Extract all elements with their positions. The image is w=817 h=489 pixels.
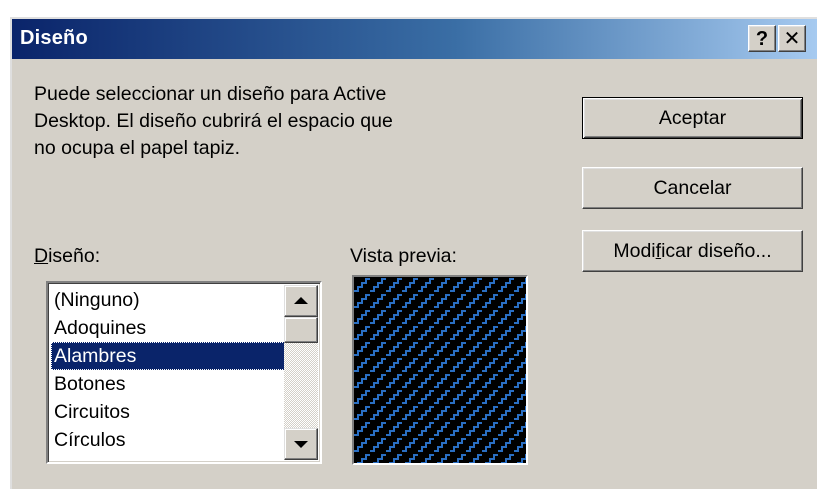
preview-label: Vista previa: [350, 245, 457, 267]
design-list: (Ninguno) Adoquines Alambres Botones Circuit… [51, 286, 285, 454]
scroll-up-button[interactable] [284, 285, 318, 317]
list-item[interactable]: Alambres [51, 342, 285, 370]
list-item[interactable]: Adoquines [51, 314, 285, 342]
cancel-button[interactable]: Cancelar [582, 167, 803, 209]
close-icon: ✕ [783, 27, 801, 50]
design-dialog: Diseño ? ✕ Puede seleccionar un diseño p… [10, 17, 817, 489]
design-listbox[interactable]: (Ninguno) Adoquines Alambres Botones Circuit… [46, 281, 322, 464]
help-icon: ? [755, 27, 769, 50]
modify-label-end: icar diseño... [661, 239, 772, 262]
close-button[interactable]: ✕ [778, 25, 806, 52]
modify-design-button[interactable]: Modi f icar diseño... [582, 230, 803, 272]
help-button[interactable]: ? [748, 25, 776, 52]
design-label: Diseño: [34, 245, 100, 268]
arrow-up-icon [294, 297, 308, 304]
design-label-rest: iseño: [48, 245, 101, 267]
window-title: Diseño [20, 27, 88, 49]
scroll-thumb[interactable] [284, 317, 318, 343]
list-item[interactable]: Círculos [51, 426, 285, 454]
modify-label-start: Modi [613, 239, 656, 262]
list-scrollbar[interactable] [284, 285, 318, 460]
arrow-down-icon [294, 441, 308, 448]
list-item[interactable]: Circuitos [51, 398, 285, 426]
pattern-preview [352, 275, 528, 465]
design-label-mnemonic: D [34, 245, 49, 267]
scroll-down-button[interactable] [284, 428, 318, 460]
accept-button[interactable]: Aceptar [582, 97, 803, 139]
list-item[interactable]: (Ninguno) [51, 286, 285, 314]
list-item[interactable]: Botones [51, 370, 285, 398]
description-text: Puede seleccionar un diseño para Active … [34, 83, 393, 159]
title-bar[interactable]: Diseño ? ✕ [12, 19, 817, 59]
wires-pattern-image [354, 277, 526, 463]
